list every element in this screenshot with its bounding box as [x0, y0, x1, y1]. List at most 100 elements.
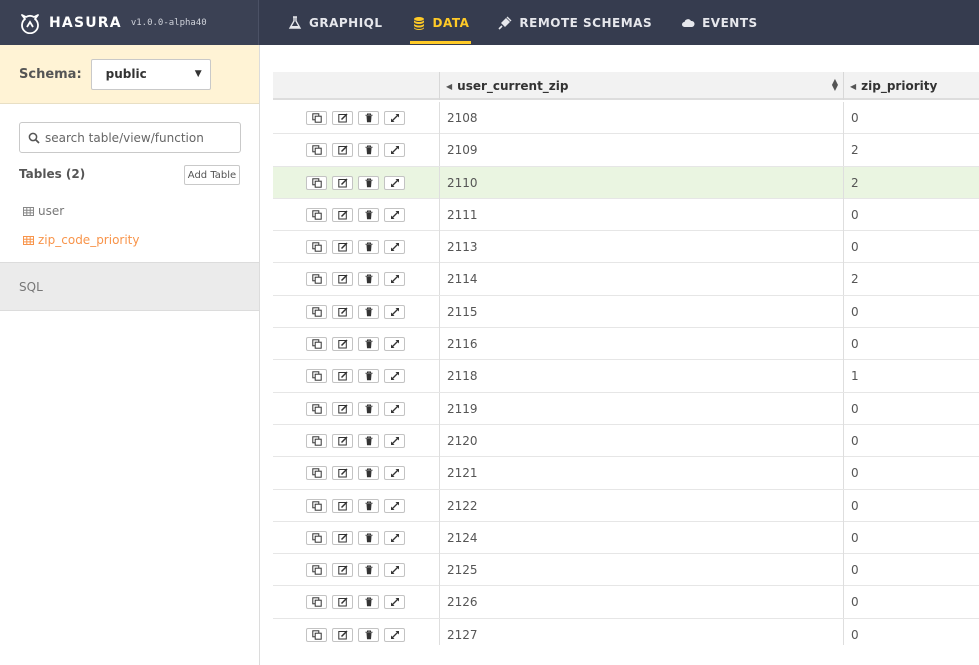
- cell-zip-priority[interactable]: 0: [844, 328, 979, 360]
- cell-user-current-zip[interactable]: 2113: [440, 231, 844, 264]
- cell-user-current-zip[interactable]: 2121: [440, 457, 844, 490]
- brand[interactable]: HASURA v1.0.0-alpha40: [0, 0, 259, 45]
- delete-row-button[interactable]: [358, 530, 379, 545]
- cell-user-current-zip[interactable]: 2114: [440, 263, 844, 296]
- clone-row-button[interactable]: [306, 240, 327, 255]
- cell-zip-priority[interactable]: 0: [844, 522, 979, 554]
- cell-user-current-zip[interactable]: 2126: [440, 586, 844, 619]
- sort-icon[interactable]: ▲ ▼: [832, 78, 838, 92]
- column-header-user-current-zip[interactable]: ◀ user_current_zip ▲ ▼: [440, 72, 844, 100]
- sidebar-item-user[interactable]: user: [23, 204, 64, 218]
- add-table-button[interactable]: Add Table: [184, 165, 240, 185]
- cell-user-current-zip[interactable]: 2115: [440, 295, 844, 328]
- delete-row-button[interactable]: [358, 401, 379, 416]
- collapse-column-icon[interactable]: ◀: [850, 82, 856, 91]
- cell-user-current-zip[interactable]: 2125: [440, 554, 844, 587]
- expand-row-button[interactable]: [384, 272, 405, 287]
- edit-row-button[interactable]: [332, 143, 353, 158]
- search-box[interactable]: [19, 122, 241, 153]
- delete-row-button[interactable]: [358, 272, 379, 287]
- delete-row-button[interactable]: [358, 369, 379, 384]
- clone-row-button[interactable]: [306, 627, 327, 642]
- cell-user-current-zip[interactable]: 2124: [440, 521, 844, 554]
- tab-graphiql[interactable]: GRAPHIQL: [260, 0, 397, 45]
- cell-zip-priority[interactable]: 1: [844, 360, 979, 392]
- cell-user-current-zip[interactable]: 2118: [440, 360, 844, 393]
- cell-zip-priority[interactable]: 0: [844, 586, 979, 618]
- delete-row-button[interactable]: [358, 207, 379, 222]
- cell-zip-priority[interactable]: 0: [844, 393, 979, 425]
- tab-data[interactable]: DATA: [398, 0, 484, 45]
- cell-user-current-zip[interactable]: 2109: [440, 134, 844, 167]
- cell-zip-priority[interactable]: 0: [844, 619, 979, 645]
- clone-row-button[interactable]: [306, 401, 327, 416]
- tab-remote-schemas[interactable]: REMOTE SCHEMAS: [484, 0, 666, 45]
- cell-zip-priority[interactable]: 0: [844, 425, 979, 457]
- expand-row-button[interactable]: [384, 530, 405, 545]
- cell-zip-priority[interactable]: 0: [844, 231, 979, 263]
- cell-zip-priority[interactable]: 2: [844, 134, 979, 166]
- cell-zip-priority[interactable]: 0: [844, 490, 979, 522]
- clone-row-button[interactable]: [306, 433, 327, 448]
- clone-row-button[interactable]: [306, 369, 327, 384]
- delete-row-button[interactable]: [358, 595, 379, 610]
- cell-user-current-zip[interactable]: 2122: [440, 489, 844, 522]
- clone-row-button[interactable]: [306, 304, 327, 319]
- delete-row-button[interactable]: [358, 304, 379, 319]
- edit-row-button[interactable]: [332, 595, 353, 610]
- delete-row-button[interactable]: [358, 433, 379, 448]
- expand-row-button[interactable]: [384, 595, 405, 610]
- edit-row-button[interactable]: [332, 240, 353, 255]
- cell-user-current-zip[interactable]: 2108: [440, 102, 844, 134]
- cell-user-current-zip[interactable]: 2111: [440, 198, 844, 231]
- delete-row-button[interactable]: [358, 627, 379, 642]
- clone-row-button[interactable]: [306, 530, 327, 545]
- tab-events[interactable]: EVENTS: [667, 0, 772, 45]
- edit-row-button[interactable]: [332, 401, 353, 416]
- edit-row-button[interactable]: [332, 111, 353, 125]
- expand-row-button[interactable]: [384, 337, 405, 352]
- edit-row-button[interactable]: [332, 498, 353, 513]
- clone-row-button[interactable]: [306, 466, 327, 481]
- edit-row-button[interactable]: [332, 175, 353, 190]
- delete-row-button[interactable]: [358, 337, 379, 352]
- edit-row-button[interactable]: [332, 337, 353, 352]
- cell-zip-priority[interactable]: 2: [844, 167, 979, 199]
- expand-row-button[interactable]: [384, 111, 405, 125]
- expand-row-button[interactable]: [384, 498, 405, 513]
- delete-row-button[interactable]: [358, 175, 379, 190]
- delete-row-button[interactable]: [358, 240, 379, 255]
- expand-row-button[interactable]: [384, 207, 405, 222]
- edit-row-button[interactable]: [332, 304, 353, 319]
- expand-row-button[interactable]: [384, 433, 405, 448]
- delete-row-button[interactable]: [358, 563, 379, 578]
- cell-zip-priority[interactable]: 0: [844, 554, 979, 586]
- expand-row-button[interactable]: [384, 143, 405, 158]
- clone-row-button[interactable]: [306, 498, 327, 513]
- delete-row-button[interactable]: [358, 111, 379, 125]
- edit-row-button[interactable]: [332, 207, 353, 222]
- cell-zip-priority[interactable]: 0: [844, 457, 979, 489]
- cell-user-current-zip[interactable]: 2110: [440, 166, 844, 199]
- expand-row-button[interactable]: [384, 369, 405, 384]
- cell-user-current-zip[interactable]: 2127: [440, 618, 844, 645]
- cell-user-current-zip[interactable]: 2119: [440, 392, 844, 425]
- delete-row-button[interactable]: [358, 143, 379, 158]
- edit-row-button[interactable]: [332, 433, 353, 448]
- clone-row-button[interactable]: [306, 207, 327, 222]
- edit-row-button[interactable]: [332, 563, 353, 578]
- expand-row-button[interactable]: [384, 627, 405, 642]
- clone-row-button[interactable]: [306, 111, 327, 125]
- edit-row-button[interactable]: [332, 369, 353, 384]
- cell-zip-priority[interactable]: 2: [844, 263, 979, 295]
- clone-row-button[interactable]: [306, 337, 327, 352]
- clone-row-button[interactable]: [306, 595, 327, 610]
- clone-row-button[interactable]: [306, 272, 327, 287]
- cell-zip-priority[interactable]: 0: [844, 199, 979, 231]
- edit-row-button[interactable]: [332, 466, 353, 481]
- collapse-column-icon[interactable]: ◀: [446, 82, 452, 91]
- sidebar-item-sql[interactable]: SQL: [0, 262, 259, 311]
- expand-row-button[interactable]: [384, 466, 405, 481]
- sidebar-item-zip-code-priority[interactable]: zip_code_priority: [23, 233, 140, 247]
- cell-zip-priority[interactable]: 0: [844, 296, 979, 328]
